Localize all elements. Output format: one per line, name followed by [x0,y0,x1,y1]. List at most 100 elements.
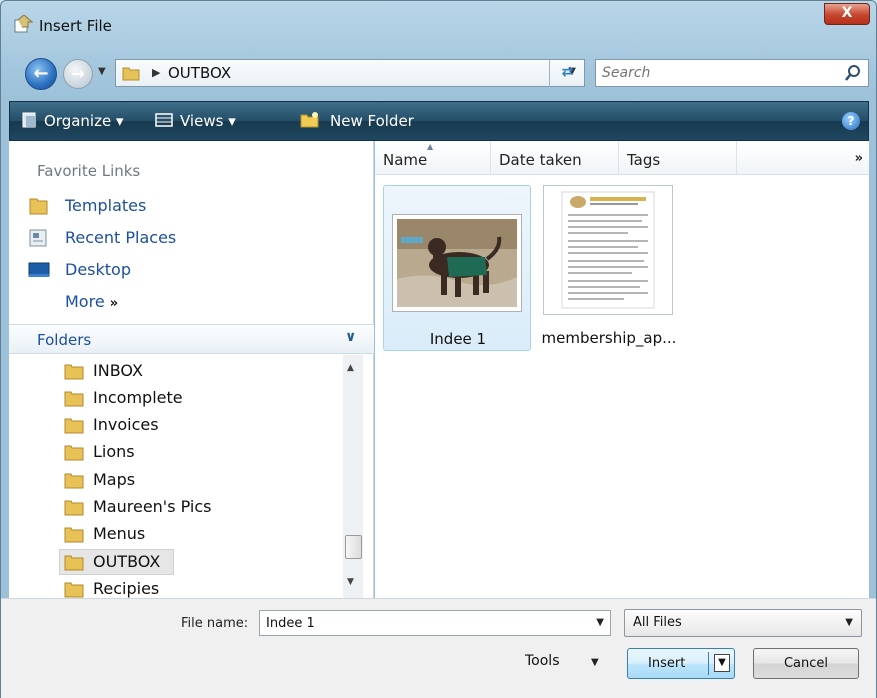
cancel-button[interactable]: Cancel [753,648,859,679]
sort-ascending-icon: ▲ [427,142,434,151]
document-thumbnail [543,185,673,315]
command-toolbar: Organize ▾ Views ▾ New Folder ? [9,101,869,141]
forward-button[interactable]: → [63,59,93,89]
folder-icon [64,445,84,461]
more-label: More [65,292,105,311]
navigation-pane: Favorite Links Templates Recent Places D… [9,141,374,598]
folder-icon [29,198,48,215]
folder-icon [64,555,84,571]
favorite-link-desktop[interactable]: Desktop [65,260,131,279]
more-columns-icon[interactable]: » [855,151,863,166]
file-list-pane: Name ▲ Date taken Tags » Indee 1 members… [375,141,869,598]
insert-file-icon [14,15,34,33]
insert-options-dropdown-icon[interactable]: ▼ [714,654,730,672]
folder-label: Incomplete [93,388,183,407]
folder-icon [64,418,84,434]
folder-tree-item[interactable]: INBOX [63,358,343,384]
folder-icon [64,527,84,543]
organize-menu[interactable]: Organize ▾ [44,112,124,130]
file-item-indee-1[interactable]: Indee 1 [383,185,531,351]
file-type-select[interactable]: All Files ▼ [624,609,862,637]
cancel-label: Cancel [783,656,829,671]
refresh-button[interactable]: ⇄ [549,59,585,87]
views-icon [155,113,173,127]
chevron-down-icon[interactable]: ▼ [591,657,599,668]
close-icon: X [841,5,853,21]
column-header-tags[interactable]: Tags [619,141,737,175]
file-item-membership-application[interactable]: membership_ap... [535,185,683,351]
title-bar[interactable]: Insert File X [1,1,876,47]
views-menu[interactable]: Views ▾ [180,112,236,130]
folder-icon [122,67,140,81]
search-box[interactable] [595,59,869,87]
dialog-footer: File name: Indee 1 ▼ All Files ▼ Tools ▼… [1,598,876,698]
scroll-down-icon[interactable]: ▼ [347,577,354,587]
new-folder-icon [300,112,319,128]
new-folder-button[interactable]: New Folder [330,112,414,130]
photo-thumbnail [392,214,522,312]
scrollbar-thumb[interactable] [345,535,362,559]
search-input[interactable] [602,64,832,82]
folder-tree-item[interactable]: Recipies [63,576,343,598]
column-header-row: Name ▲ Date taken Tags » [375,141,869,175]
folders-header[interactable]: Folders ∨ [9,324,374,354]
folder-icon [64,500,84,516]
column-header-date-taken[interactable]: Date taken [491,141,619,175]
folder-label: INBOX [93,361,143,380]
folder-tree: INBOX Incomplete Invoices Lions Maps Mau… [9,355,343,598]
chevron-down-icon[interactable]: ∨ [345,329,356,345]
folder-icon [64,582,84,598]
breadcrumb-outbox[interactable]: OUTBOX [168,64,231,82]
organize-label: Organize [44,112,112,130]
insert-file-dialog: Insert File X ← → ▼ ▶ OUTBOX ▼ ⇄ Search … [0,0,877,698]
folder-tree-item[interactable]: Maureen's Pics [63,494,343,520]
chevron-down-icon[interactable]: ▼ [596,617,604,628]
folder-tree-scrollbar[interactable]: ▲ ▼ [343,355,363,598]
favorite-link-templates[interactable]: Templates [65,196,146,215]
arrow-right-icon: → [71,64,85,83]
folder-label: Maureen's Pics [93,497,212,516]
folder-tree-item[interactable]: Maps [63,467,343,493]
folder-tree-item[interactable]: Lions [63,439,343,465]
close-button[interactable]: X [824,3,870,25]
file-name-label: Indee 1 [429,330,487,348]
file-name-label: File name: [181,616,249,631]
favorite-links-title: Favorite Links [37,162,141,180]
desktop-icon [28,262,50,277]
folder-label: Lions [93,442,135,461]
folder-tree-item-selected[interactable]: OUTBOX [59,549,343,575]
chevron-down-icon: ▾ [115,112,124,130]
recent-pages-button[interactable]: ▼ [98,66,112,80]
insert-label: Insert [648,656,686,671]
window-title: Insert File [39,17,112,35]
file-name-label: membership_ap... [541,329,677,347]
double-chevron-right-icon: » [109,296,119,311]
recent-places-icon [29,229,47,247]
address-bar[interactable]: ▶ OUTBOX ▼ [115,59,585,87]
scroll-up-icon[interactable]: ▲ [347,363,354,373]
insert-button[interactable]: Insert ▼ [627,648,735,679]
column-header-name[interactable]: Name ▲ [375,141,491,175]
favorite-link-recent-places[interactable]: Recent Places [65,228,176,247]
back-button[interactable]: ← [25,58,57,90]
folder-icon [64,473,84,489]
more-favorites-link[interactable]: More » [65,292,118,311]
dog-photo-icon [397,219,517,307]
document-icon [561,191,655,309]
folder-label: Menus [93,524,146,543]
file-name-field[interactable]: Indee 1 [266,616,315,631]
breadcrumb-separator-icon: ▶ [152,66,161,79]
split-divider [708,652,709,675]
tools-menu[interactable]: Tools [525,653,560,669]
search-icon[interactable] [844,64,862,82]
folder-label: Invoices [93,415,159,434]
file-type-value: All Files [633,615,682,630]
file-name-combobox[interactable]: Indee 1 ▼ [259,610,611,636]
views-label: Views [180,112,224,130]
folder-label: Recipies [93,579,160,598]
help-icon[interactable]: ? [842,112,860,130]
folder-tree-item[interactable]: Menus [63,521,343,547]
folder-tree-item[interactable]: Incomplete [63,385,343,411]
folder-tree-item[interactable]: Invoices [63,412,343,438]
folders-title: Folders [37,331,92,349]
